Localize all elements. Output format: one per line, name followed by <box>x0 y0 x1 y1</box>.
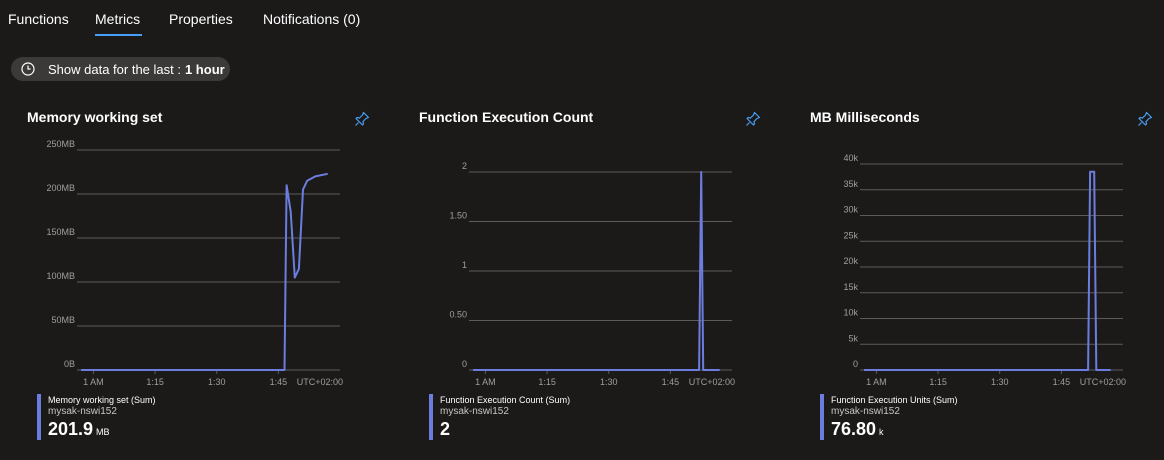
line-chart: 2 1.50 1 0.50 0 1 AM 1:15 1:30 1:45 UTC+02:00 <box>449 161 735 387</box>
legend-color-bar <box>820 394 824 440</box>
active-tab-indicator <box>95 34 142 36</box>
legend-resource-name: mysak-nswi152 <box>440 406 509 417</box>
chart-card-execution-count: Function Execution Count 2 1.50 1 0.50 0 1 AM… <box>419 100 779 450</box>
x-tick-label: 1:15 <box>146 377 164 387</box>
time-range-value: 1 hour <box>184 61 225 77</box>
y-tick-label: 150MB <box>46 227 75 237</box>
legend-summary-unit: MB <box>96 427 110 437</box>
y-tick-label: 0.50 <box>449 310 467 320</box>
legend-resource-name: mysak-nswi152 <box>48 406 117 417</box>
series-line <box>864 170 1111 371</box>
line-chart: 250MB 200MB 150MB 100MB 50MB 0B 1 AM 1:15 1:30 1:… <box>46 139 343 387</box>
y-tick-label: 20k <box>843 256 858 266</box>
x-tick-label: 1 AM <box>475 377 496 387</box>
tab-notifications[interactable]: Notifications (0) <box>263 11 360 27</box>
y-tick-label: 2 <box>462 161 467 171</box>
y-tick-label: 200MB <box>46 183 75 193</box>
legend-series-name: Function Execution Count (Sum) <box>440 395 571 405</box>
x-tick-label: 1:45 <box>270 377 288 387</box>
y-tick-label: 25k <box>843 230 858 240</box>
y-tick-label: 1.50 <box>449 211 467 221</box>
legend-summary-value: 76.80 k <box>831 419 884 439</box>
y-tick-label: 100MB <box>46 271 75 281</box>
pin-icon[interactable] <box>744 110 762 128</box>
y-tick-label: 10k <box>843 308 858 318</box>
x-tick-label: 1:30 <box>208 377 226 387</box>
legend-color-bar <box>37 394 41 440</box>
x-tick-label: 1:15 <box>929 377 947 387</box>
time-range-button[interactable]: Show data for the last : 1 hour <box>11 57 230 81</box>
timezone-label: UTC+02:00 <box>1080 377 1126 387</box>
x-tick-label: 1:45 <box>662 377 680 387</box>
chart-title: Memory working set <box>27 109 163 125</box>
y-tick-label: 40k <box>843 153 858 163</box>
y-tick-label: 0B <box>64 359 75 369</box>
legend-color-bar <box>429 394 433 440</box>
chart-card-memory: Memory working set 250MB 200MB 150MB 100MB 5… <box>27 100 387 450</box>
chart-title: Function Execution Count <box>419 109 594 125</box>
y-tick-label: 0 <box>462 359 467 369</box>
legend-series-name: Memory working set (Sum) <box>48 395 156 405</box>
y-tick-label: 250MB <box>46 139 75 149</box>
x-tick-label: 1:15 <box>538 377 556 387</box>
chart-title: MB Milliseconds <box>810 109 920 125</box>
legend-summary-value: 201.9 MB <box>48 419 110 439</box>
timezone-label: UTC+02:00 <box>689 377 735 387</box>
tab-properties[interactable]: Properties <box>169 11 233 27</box>
tab-functions[interactable]: Functions <box>8 11 69 27</box>
y-tick-label: 0 <box>853 359 858 369</box>
y-tick-label: 35k <box>843 179 858 189</box>
clock-icon <box>21 62 35 76</box>
pin-icon[interactable] <box>1136 110 1154 128</box>
line-chart: 40k 35k 30k 25k 20k 15k 10k 5k 0 1 AM 1:15 1:30 1:45… <box>843 153 1126 387</box>
legend-summary-unit: k <box>879 427 884 437</box>
x-tick-label: 1:45 <box>1053 377 1071 387</box>
tab-metrics[interactable]: Metrics <box>95 11 140 27</box>
chart-card-mb-milliseconds: MB Milliseconds 40k 35k 30k 25k 20k 15k 10k 5k 0… <box>810 100 1164 450</box>
y-tick-label: 50MB <box>51 315 75 325</box>
y-tick-label: 30k <box>843 205 858 215</box>
pin-icon[interactable] <box>353 110 371 128</box>
x-tick-label: 1 AM <box>866 377 887 387</box>
legend-resource-name: mysak-nswi152 <box>831 406 900 417</box>
y-tick-label: 15k <box>843 282 858 292</box>
timezone-label: UTC+02:00 <box>297 377 343 387</box>
series-line <box>81 172 328 371</box>
y-tick-label: 1 <box>462 260 467 270</box>
legend-series-name: Function Execution Units (Sum) <box>831 395 958 405</box>
time-range-prefix: Show data for the last : <box>48 61 181 77</box>
x-tick-label: 1:30 <box>600 377 618 387</box>
tab-bar: Functions Metrics Properties Notificatio… <box>0 0 1164 40</box>
x-tick-label: 1 AM <box>83 377 104 387</box>
x-tick-label: 1:30 <box>991 377 1009 387</box>
y-tick-label: 5k <box>848 333 858 343</box>
legend-summary-value: 2 <box>440 419 451 439</box>
